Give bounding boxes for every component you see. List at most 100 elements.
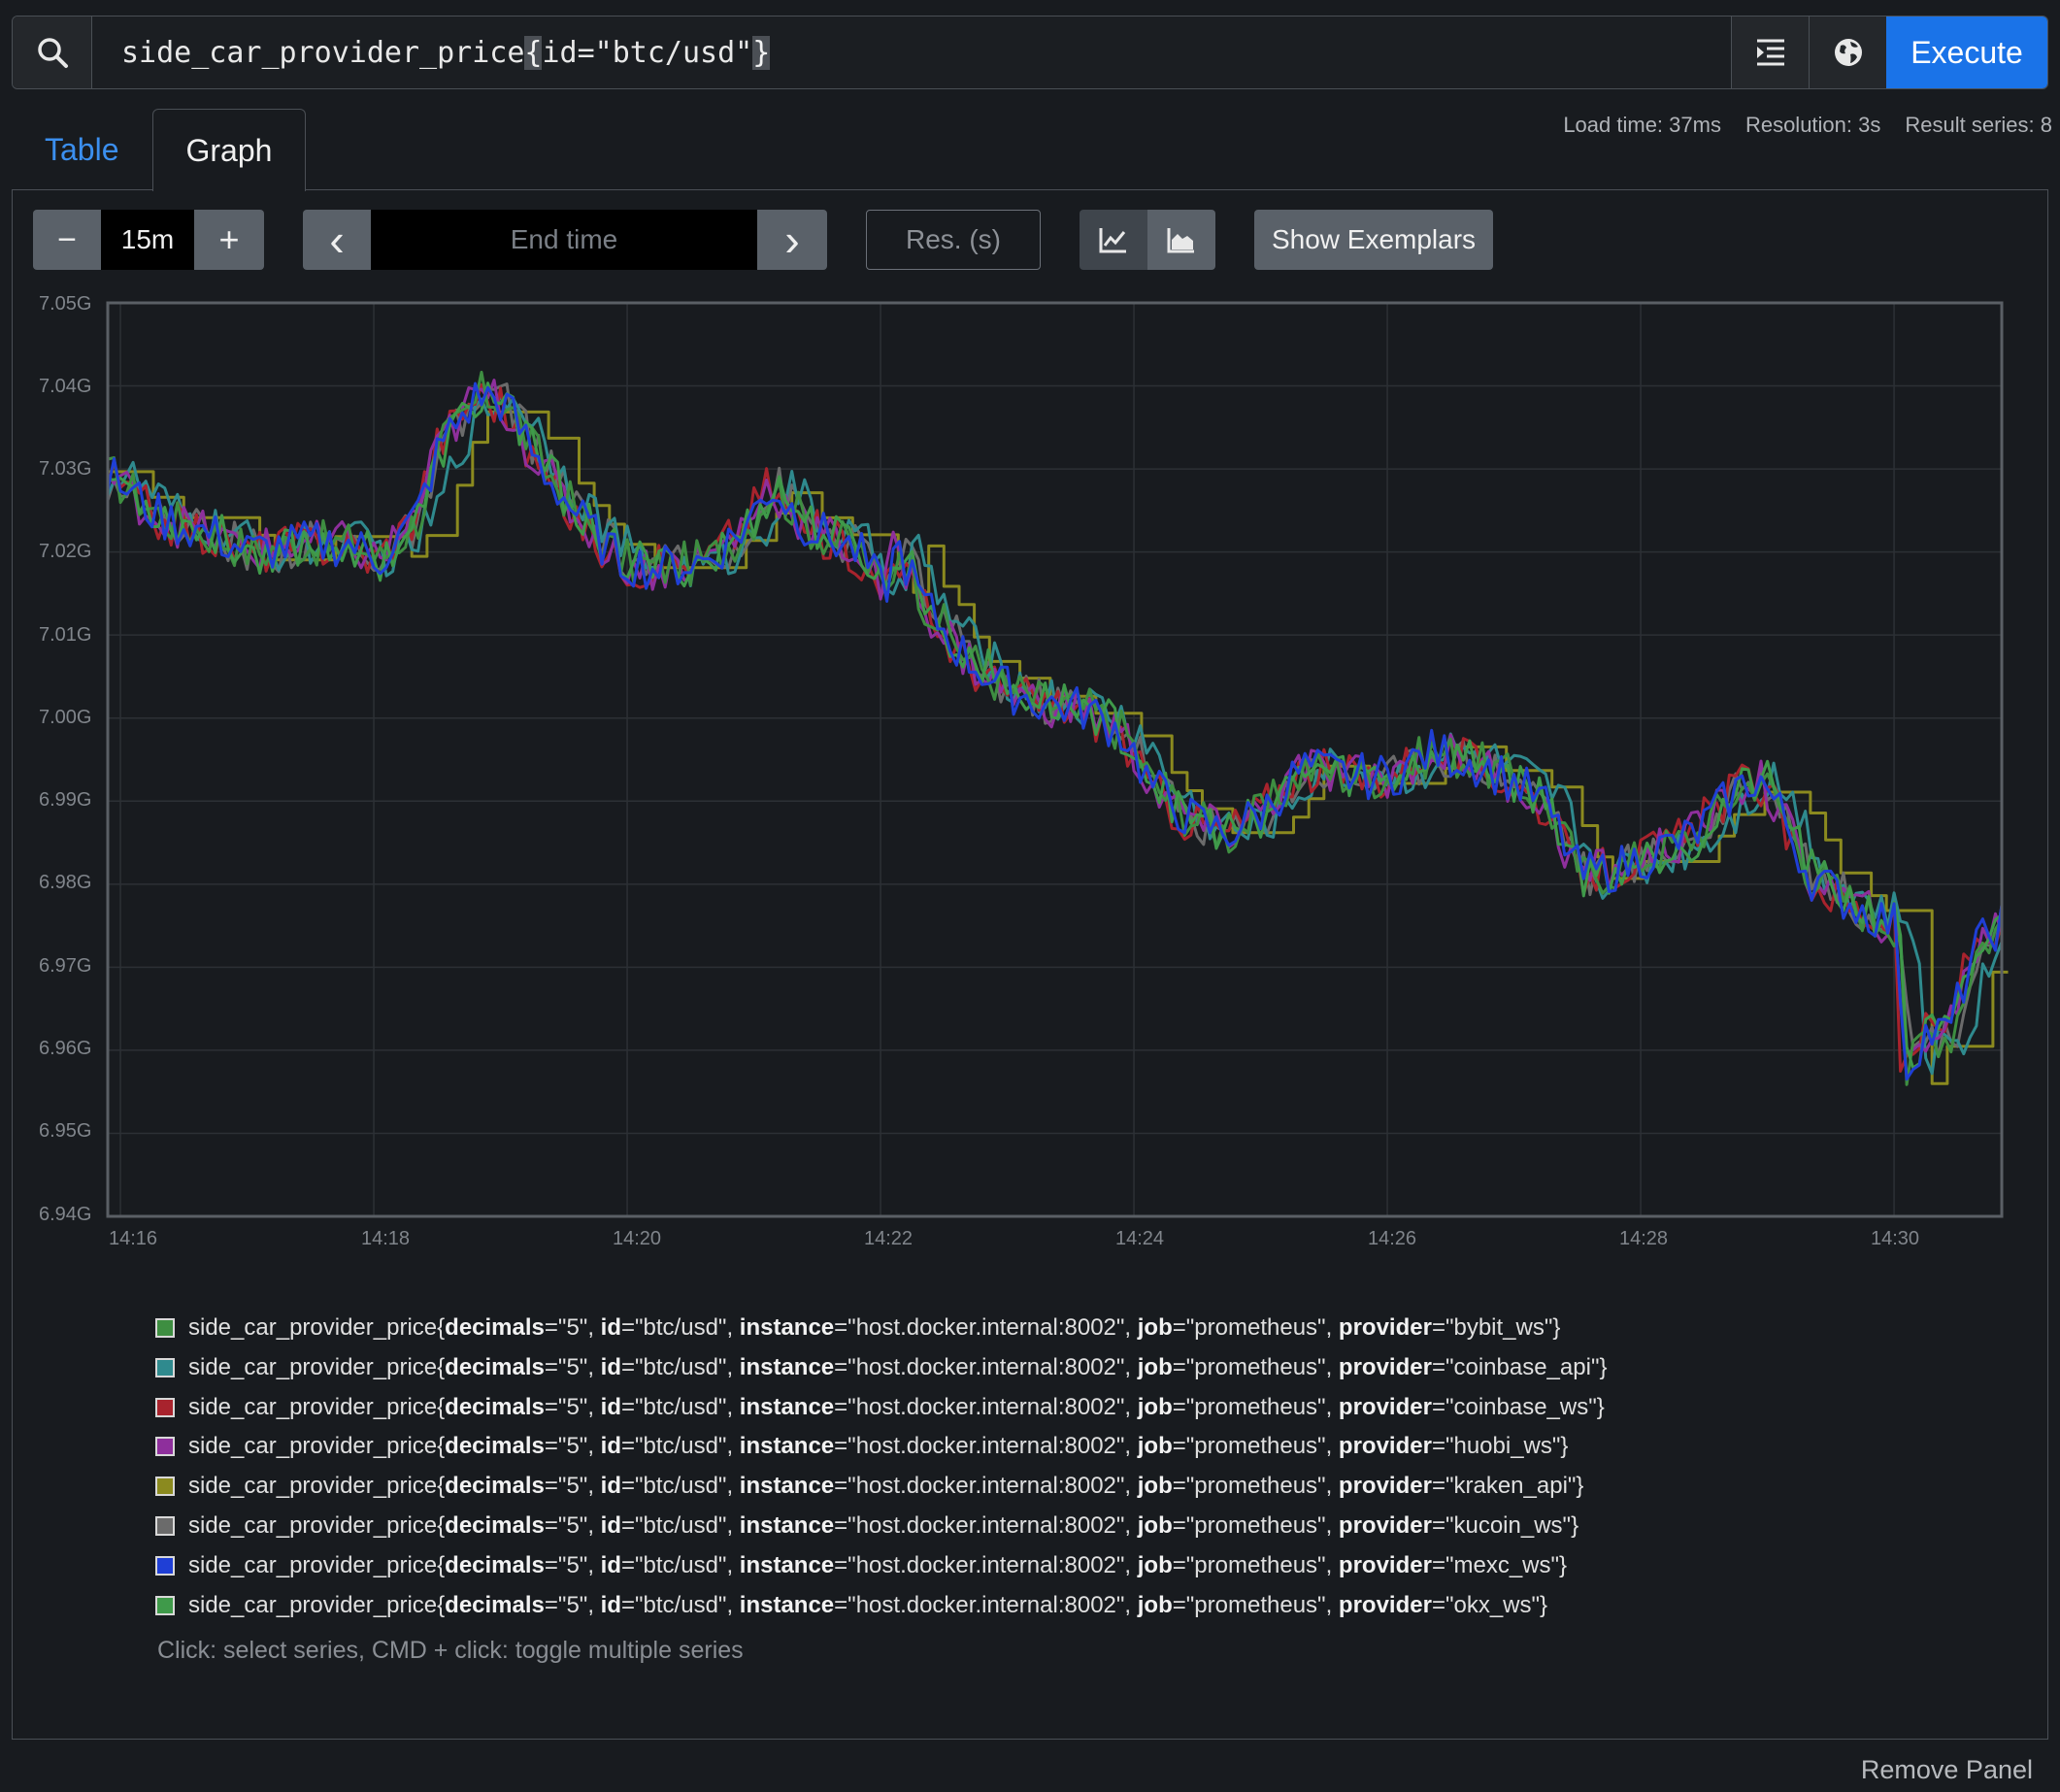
legend-key-decimals: decimals	[445, 1552, 545, 1578]
legend-item-coinbase-ws[interactable]: side_car_provider_price{decimals =" 5 ", id…	[155, 1394, 1605, 1421]
legend-decimals-value: 5	[566, 1552, 580, 1578]
legend-decimals-value: 5	[566, 1473, 580, 1499]
remove-panel-link[interactable]: Remove Panel	[1861, 1755, 2033, 1785]
legend-provider-value: mexc_ws	[1453, 1552, 1551, 1578]
legend-instance-value: host.docker.internal:8002	[855, 1354, 1116, 1380]
legend-swatch	[155, 1318, 175, 1338]
legend-key-job: job	[1137, 1314, 1173, 1341]
legend-item-bybit-ws[interactable]: side_car_provider_price{decimals =" 5 ", id…	[155, 1314, 1560, 1342]
legend-key-id: id	[600, 1314, 621, 1341]
legend-key-instance: instance	[739, 1552, 835, 1578]
legend-item-kucoin-ws[interactable]: side_car_provider_price{decimals =" 5 ", id…	[155, 1512, 1578, 1540]
legend-id-value: btc/usd	[643, 1592, 718, 1618]
legend-key-instance: instance	[739, 1394, 835, 1420]
legend-job-value: prometheus	[1194, 1354, 1318, 1380]
chart-grid	[108, 302, 2002, 1217]
legend-key-id: id	[600, 1433, 621, 1459]
chart-series	[106, 370, 2009, 1086]
legend-job-value: prometheus	[1194, 1394, 1318, 1420]
legend-key-decimals: decimals	[445, 1394, 545, 1420]
legend-provider-value: kraken_api	[1453, 1473, 1568, 1499]
legend-instance-value: host.docker.internal:8002	[855, 1592, 1116, 1618]
legend-key-instance: instance	[739, 1592, 835, 1618]
series-line-mexc_ws	[106, 382, 2004, 1081]
legend-key-id: id	[600, 1592, 621, 1618]
legend-decimals-value: 5	[566, 1314, 580, 1341]
legend-job-value: prometheus	[1194, 1473, 1318, 1499]
legend-metric: side_car_provider_price	[188, 1512, 438, 1539]
legend-key-provider: provider	[1338, 1552, 1432, 1578]
legend-key-decimals: decimals	[445, 1354, 545, 1380]
legend-id-value: btc/usd	[643, 1512, 718, 1539]
legend-job-value: prometheus	[1194, 1314, 1318, 1341]
legend-instance-value: host.docker.internal:8002	[855, 1512, 1116, 1539]
chart-frame	[106, 301, 2004, 1218]
legend-id-value: btc/usd	[643, 1354, 718, 1380]
legend-job-value: prometheus	[1194, 1512, 1318, 1539]
series-line-bybit_ws	[107, 370, 2004, 1086]
legend-item-mexc-ws[interactable]: side_car_provider_price{decimals =" 5 ", id…	[155, 1552, 1567, 1579]
legend-metric: side_car_provider_price	[188, 1354, 438, 1380]
legend-id-value: btc/usd	[643, 1394, 718, 1420]
legend-metric: side_car_provider_price	[188, 1433, 438, 1459]
legend-job-value: prometheus	[1194, 1552, 1318, 1578]
legend-key-provider: provider	[1338, 1592, 1432, 1618]
legend-item-okx-ws[interactable]: side_car_provider_price{decimals =" 5 ", id…	[155, 1592, 1547, 1619]
legend-id-value: btc/usd	[643, 1473, 718, 1499]
legend-key-job: job	[1137, 1354, 1173, 1380]
legend-key-job: job	[1137, 1473, 1173, 1499]
legend-key-id: id	[600, 1394, 621, 1420]
legend-instance-value: host.docker.internal:8002	[855, 1473, 1116, 1499]
legend-provider-value: coinbase_api	[1453, 1354, 1591, 1380]
legend-instance-value: host.docker.internal:8002	[855, 1314, 1116, 1341]
legend-swatch	[155, 1437, 175, 1456]
legend-key-id: id	[600, 1552, 621, 1578]
legend-item-kraken-api[interactable]: side_car_provider_price{decimals =" 5 ", id…	[155, 1473, 1583, 1500]
legend-id-value: btc/usd	[643, 1314, 718, 1341]
legend-key-decimals: decimals	[445, 1314, 545, 1341]
legend-provider-value: kucoin_ws	[1453, 1512, 1563, 1539]
legend-metric: side_car_provider_price	[188, 1592, 438, 1618]
legend-key-job: job	[1137, 1433, 1173, 1459]
legend-key-instance: instance	[739, 1433, 835, 1459]
legend-provider-value: bybit_ws	[1453, 1314, 1545, 1341]
legend-id-value: btc/usd	[643, 1433, 718, 1459]
legend-decimals-value: 5	[566, 1433, 580, 1459]
legend-instance-value: host.docker.internal:8002	[855, 1394, 1116, 1420]
legend-swatch	[155, 1516, 175, 1536]
legend-decimals-value: 5	[566, 1512, 580, 1539]
legend-key-id: id	[600, 1512, 621, 1539]
series-line-okx_ws	[107, 382, 2003, 1070]
legend-metric: side_car_provider_price	[188, 1314, 438, 1341]
legend-provider-value: huobi_ws	[1453, 1433, 1552, 1459]
legend-metric: side_car_provider_price	[188, 1394, 438, 1420]
legend-provider-value: okx_ws	[1453, 1592, 1532, 1618]
legend-item-huobi-ws[interactable]: side_car_provider_price{decimals =" 5 ", id…	[155, 1433, 1568, 1460]
legend-key-job: job	[1137, 1512, 1173, 1539]
legend-provider-value: coinbase_ws	[1453, 1394, 1589, 1420]
legend-key-job: job	[1137, 1592, 1173, 1618]
legend-hint: Click: select series, CMD + click: toggl…	[157, 1637, 744, 1664]
legend-key-provider: provider	[1338, 1314, 1432, 1341]
series-line-coinbase_api	[106, 394, 2004, 1076]
legend-metric: side_car_provider_price	[188, 1473, 438, 1499]
legend-swatch	[155, 1556, 175, 1576]
legend-job-value: prometheus	[1194, 1433, 1318, 1459]
legend-instance-value: host.docker.internal:8002	[855, 1552, 1116, 1578]
legend-key-provider: provider	[1338, 1394, 1432, 1420]
legend-key-instance: instance	[739, 1314, 835, 1341]
legend-swatch	[155, 1358, 175, 1377]
legend-key-decimals: decimals	[445, 1473, 545, 1499]
legend-key-provider: provider	[1338, 1354, 1432, 1380]
legend-key-decimals: decimals	[445, 1433, 545, 1459]
tab-graph[interactable]: Graph	[151, 109, 307, 191]
legend-key-instance: instance	[739, 1473, 835, 1499]
legend-decimals-value: 5	[566, 1394, 580, 1420]
legend-decimals-value: 5	[566, 1354, 580, 1380]
legend-key-id: id	[600, 1354, 621, 1380]
legend-job-value: prometheus	[1194, 1592, 1318, 1618]
legend-key-decimals: decimals	[445, 1512, 545, 1539]
legend-item-coinbase-api[interactable]: side_car_provider_price{decimals =" 5 ", id…	[155, 1354, 1607, 1381]
series-line-kraken_api	[108, 410, 2009, 1085]
legend-key-job: job	[1137, 1394, 1173, 1420]
